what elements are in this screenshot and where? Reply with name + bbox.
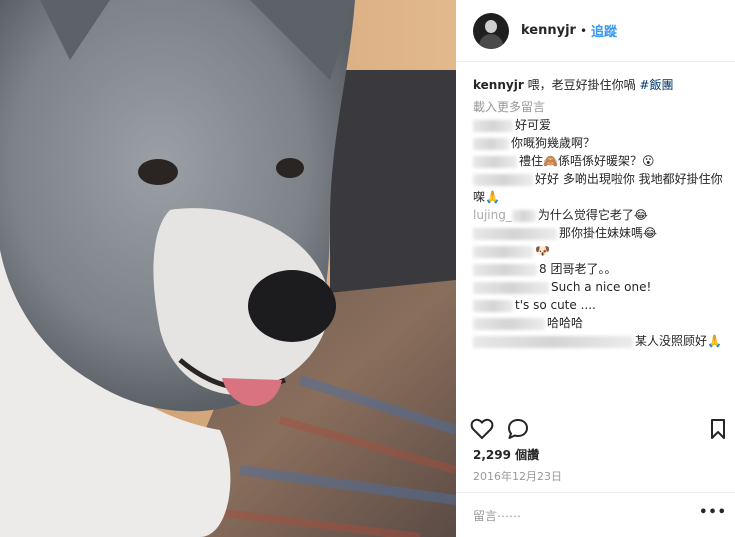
comment-item: 好可爱 xyxy=(473,116,731,134)
post-header: kennyjr • 追蹤 xyxy=(456,0,735,62)
comment-item: 你嘅狗幾歲啊？ xyxy=(473,134,731,152)
comment-text: Such a nice one! xyxy=(551,280,652,294)
comment-item: t's so cute .... xyxy=(473,296,731,314)
comment-text: 禮住🙈係唔係好暖架？😮 xyxy=(519,154,655,168)
blurred-username xyxy=(511,209,536,222)
blurred-username xyxy=(473,245,533,258)
post-actions xyxy=(470,418,728,444)
heart-icon[interactable] xyxy=(470,418,494,440)
instagram-post: kennyjr • 追蹤 kennyjr 喂，老豆好掛住你喎 #飯團 載入更多留… xyxy=(0,0,735,537)
comment-item: 禮住🙈係唔係好暖架？😮 xyxy=(473,152,731,170)
comment-text: 那你掛住妹妹嗎😂 xyxy=(559,226,658,240)
blurred-username xyxy=(473,317,545,330)
comment-item: 8 团哥老了。。 xyxy=(473,260,731,278)
caption-username[interactable]: kennyjr xyxy=(473,78,524,92)
add-comment-input[interactable]: 留言⋯⋯ xyxy=(473,507,521,524)
comment-item: lujing_ 为什么觉得它老了😂 xyxy=(473,206,731,224)
caption: kennyjr 喂，老豆好掛住你喎 #飯團 xyxy=(473,76,731,94)
comment-text: 为什么觉得它老了😂 xyxy=(537,208,648,222)
comment-item: 哈哈哈 xyxy=(473,314,731,332)
post-date: 2016年12月23日 xyxy=(473,470,562,483)
add-comment-bar: 留言⋯⋯ ••• xyxy=(456,492,735,537)
blurred-username xyxy=(473,263,537,276)
username[interactable]: kennyjr xyxy=(521,23,576,38)
blurred-username xyxy=(473,281,549,294)
comment-item: 某人没照顾好🙏 xyxy=(473,332,731,350)
comment-text: 8 团哥老了。。 xyxy=(539,262,617,276)
blurred-username xyxy=(473,137,509,150)
load-more-comments-button[interactable]: 載入更多留言 xyxy=(473,98,731,116)
dog-photo-image xyxy=(0,0,456,537)
avatar[interactable] xyxy=(473,12,509,49)
blurred-username xyxy=(473,119,513,132)
comment-item: Such a nice one! xyxy=(473,278,731,296)
comments-list: kennyjr 喂，老豆好掛住你喎 #飯團 載入更多留言 好可爱 你嘅狗幾歲啊？… xyxy=(473,76,731,350)
post-side-panel: kennyjr • 追蹤 kennyjr 喂，老豆好掛住你喎 #飯團 載入更多留… xyxy=(456,0,735,537)
caption-hashtag[interactable]: #飯團 xyxy=(639,78,673,92)
comment-text: 某人没照顾好🙏 xyxy=(635,334,722,348)
comment-item: 🐶 xyxy=(473,242,731,260)
comment-username[interactable]: lujing_ xyxy=(473,208,512,222)
separator-dot: • xyxy=(579,23,588,38)
blurred-username xyxy=(473,173,533,186)
comment-text: t's so cute .... xyxy=(515,298,596,312)
speech-bubble-icon[interactable] xyxy=(506,418,530,440)
blurred-username xyxy=(473,335,633,348)
blurred-username xyxy=(473,155,517,168)
follow-button[interactable]: 追蹤 xyxy=(591,21,617,40)
like-count[interactable]: 2,299 個讚 xyxy=(473,446,539,463)
comment-text: 好可爱 xyxy=(515,118,552,132)
comment-item: 好好 多啲出現啦你 我地都好掛住你㗎🙏 xyxy=(473,170,731,206)
comment-text: 哈哈哈 xyxy=(547,316,584,330)
blurred-username xyxy=(473,227,557,240)
comment-item: 那你掛住妹妹嗎😂 xyxy=(473,224,731,242)
comment-text: 你嘅狗幾歲啊？ xyxy=(511,136,596,150)
more-options-icon[interactable]: ••• xyxy=(699,505,727,520)
post-photo[interactable] xyxy=(0,0,456,537)
blurred-username xyxy=(473,299,513,312)
comment-text: 🐶 xyxy=(535,244,550,258)
caption-text: 喂，老豆好掛住你喎 xyxy=(527,78,640,92)
bookmark-icon[interactable] xyxy=(710,418,726,440)
